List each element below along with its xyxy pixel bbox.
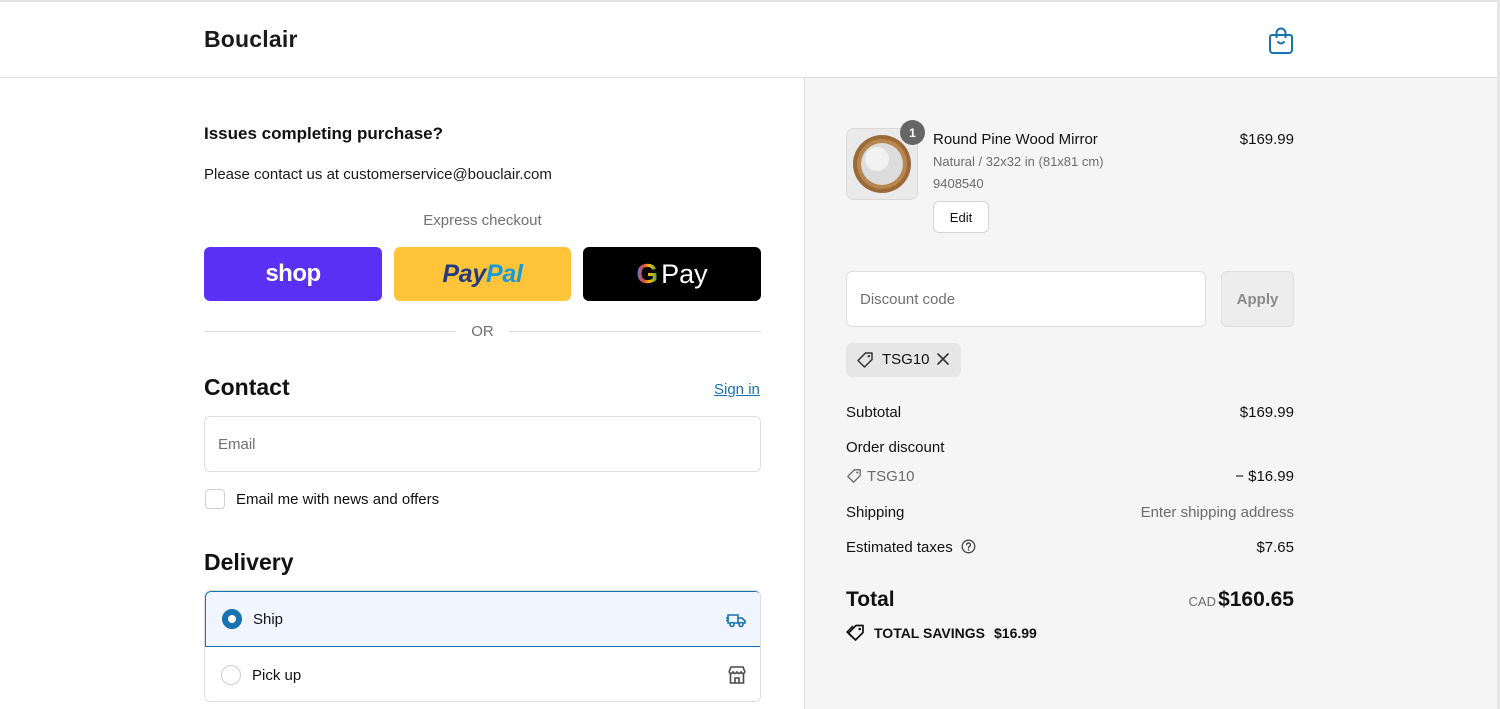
google-g-icon: G xyxy=(636,258,659,289)
shop-pay-button[interactable]: shop xyxy=(204,247,382,301)
total-savings-label: TOTAL SAVINGS xyxy=(874,625,985,641)
support-text: Please contact us at customerservice@bou… xyxy=(204,166,552,183)
email-field[interactable] xyxy=(218,435,760,453)
remove-discount-close-icon[interactable] xyxy=(934,350,952,368)
brand-logo[interactable]: Bouclair xyxy=(204,26,298,53)
discount-value: − $16.99 xyxy=(1235,468,1294,485)
subtotal-label: Subtotal xyxy=(846,404,902,421)
apply-discount-button[interactable]: Apply xyxy=(1221,271,1294,327)
applied-discount-code: TSG10 xyxy=(882,351,930,368)
currency-code: CAD xyxy=(1188,594,1216,609)
product-name: Round Pine Wood Mirror xyxy=(933,131,1098,148)
contact-heading: Contact xyxy=(204,374,290,400)
site-header: Bouclair xyxy=(0,2,1500,78)
shop-pay-logo: shop xyxy=(265,260,321,287)
shopping-bag-icon[interactable] xyxy=(1268,26,1294,54)
delivery-option-pickup[interactable]: Pick up xyxy=(205,647,760,701)
tag-icon xyxy=(847,469,861,483)
product-sku: 9408540 xyxy=(933,176,984,191)
or-separator: OR xyxy=(471,323,494,340)
edit-item-button[interactable]: Edit xyxy=(933,201,989,233)
discount-field-wrapper xyxy=(846,271,1206,327)
tag-icon xyxy=(857,352,873,368)
divider xyxy=(204,331,456,332)
taxes-value: $7.65 xyxy=(1256,539,1294,556)
ship-radio[interactable] xyxy=(222,609,242,629)
newsletter-label[interactable]: Email me with news and offers xyxy=(236,491,439,508)
paypal-logo: PayPal xyxy=(442,259,523,288)
savings-tag-icon xyxy=(846,624,864,641)
pickup-radio[interactable] xyxy=(221,665,241,685)
google-pay-logo: G Pay xyxy=(636,258,708,289)
store-icon xyxy=(728,666,746,684)
delivery-heading: Delivery xyxy=(204,549,294,575)
taxes-label: Estimated taxes xyxy=(846,539,953,556)
google-pay-button[interactable]: G Pay xyxy=(583,247,761,301)
product-variant: Natural / 32x32 in (81x81 cm) xyxy=(933,154,1104,169)
shipping-label: Shipping xyxy=(846,504,905,521)
total-label: Total xyxy=(846,588,895,611)
sign-in-link[interactable]: Sign in xyxy=(714,381,760,398)
divider xyxy=(509,331,761,332)
delivery-method-group: Ship Pick up xyxy=(204,590,761,702)
delivery-truck-icon xyxy=(726,614,746,628)
product-price: $169.99 xyxy=(1239,131,1294,148)
delivery-option-ship[interactable]: Ship xyxy=(205,591,760,647)
support-title: Issues completing purchase? xyxy=(204,124,444,143)
discount-code-label: TSG10 xyxy=(867,468,915,485)
order-discount-label: Order discount xyxy=(846,439,945,456)
shipping-value: Enter shipping address xyxy=(1140,504,1294,521)
subtotal-value: $169.99 xyxy=(1239,404,1294,421)
help-circle-icon[interactable] xyxy=(961,539,976,554)
pickup-label: Pick up xyxy=(252,666,302,684)
paypal-button[interactable]: PayPal xyxy=(394,247,571,301)
ship-label: Ship xyxy=(253,610,284,628)
email-field-wrapper xyxy=(204,416,761,472)
total-value: $160.65 xyxy=(1218,588,1294,611)
discount-code-input[interactable] xyxy=(860,290,1205,308)
express-checkout-label: Express checkout xyxy=(423,212,542,229)
quantity-badge: 1 xyxy=(900,120,925,145)
newsletter-checkbox[interactable] xyxy=(205,489,225,509)
total-savings-value: $16.99 xyxy=(994,625,1037,641)
